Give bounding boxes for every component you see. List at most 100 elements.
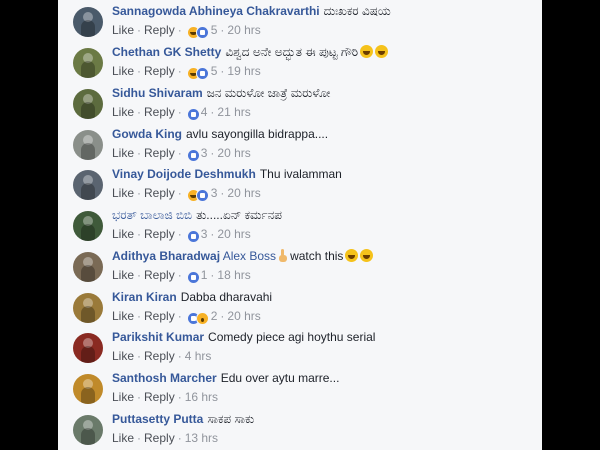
reactions-summary[interactable] (187, 188, 209, 203)
reactions-summary[interactable] (187, 66, 209, 81)
comment-text: Edu over aytu marre... (220, 371, 340, 385)
avatar[interactable] (73, 89, 103, 119)
comment-body: Sidhu Shivaram ಜನ ಮರುಳೋ ಜಾತ್ರೆ ಮರುಳೋ (112, 86, 330, 101)
separator: · (220, 64, 225, 78)
reply-button[interactable]: Reply (144, 146, 175, 160)
comment-item: Puttasetty Putta ಸಾಕಪ ಸಾಕು Like · Reply · 13 h… (58, 410, 542, 450)
separator: · (137, 268, 142, 282)
comment-item: Kiran Kiran Dabba dharavahi Like · Reply · 2 · 2… (58, 288, 542, 328)
laughing-emoji (360, 45, 374, 58)
separator: · (137, 186, 142, 200)
separator: · (220, 309, 225, 323)
reply-button[interactable]: Reply (144, 268, 175, 282)
avatar[interactable] (73, 170, 103, 200)
comment-item: Santhosh Marcher Edu over aytu marre... Li… (58, 369, 542, 409)
like-button[interactable]: Like (112, 23, 134, 37)
comment-body: Gowda King avlu sayongilla bidrappa.... (112, 127, 328, 141)
timestamp[interactable]: 13 hrs (185, 431, 218, 445)
reactions-summary[interactable] (187, 148, 199, 162)
like-button[interactable]: Like (112, 227, 134, 241)
commenter-name[interactable]: Puttasetty Putta (112, 412, 203, 426)
comment-text: Thu ivalamman (259, 167, 342, 181)
timestamp[interactable]: 20 hrs (217, 146, 250, 160)
laughing-emoji (375, 45, 389, 58)
avatar-body (81, 224, 95, 241)
reactions-summary[interactable] (187, 311, 209, 326)
avatar[interactable] (73, 374, 103, 404)
avatar[interactable] (73, 333, 103, 363)
separator: · (210, 227, 215, 241)
reply-button[interactable]: Reply (144, 105, 175, 119)
reply-button[interactable]: Reply (144, 309, 175, 323)
avatar[interactable] (73, 293, 103, 323)
comment-item: Parikshit Kumar Comedy piece agi hoythu s… (58, 328, 542, 368)
like-button[interactable]: Like (112, 390, 134, 404)
timestamp[interactable]: 4 hrs (185, 349, 212, 363)
reaction-count: 3 (210, 186, 218, 200)
separator: · (210, 146, 215, 160)
separator: · (177, 268, 182, 282)
reply-button[interactable]: Reply (144, 349, 175, 363)
laughing-emoji (360, 249, 374, 262)
reply-button[interactable]: Reply (144, 227, 175, 241)
timestamp[interactable]: 21 hrs (217, 105, 250, 119)
comment-actions: Like · Reply · 13 hrs (112, 431, 218, 445)
separator: · (210, 105, 215, 119)
like-button[interactable]: Like (112, 146, 134, 160)
commenter-name[interactable]: Parikshit Kumar (112, 330, 204, 344)
commenter-name[interactable]: Santhosh Marcher (112, 371, 217, 385)
reactions-summary[interactable] (187, 229, 199, 243)
timestamp[interactable]: 20 hrs (227, 309, 260, 323)
avatar-body (81, 143, 95, 160)
like-button[interactable]: Like (112, 268, 134, 282)
like-button[interactable]: Like (112, 64, 134, 78)
reaction-count: 4 (200, 105, 208, 119)
reply-button[interactable]: Reply (144, 64, 175, 78)
separator: · (137, 227, 142, 241)
comment-body: Sannagowda Abhineya Chakravarthi ದುಃಖಕರ ವ… (112, 4, 391, 19)
commenter-name[interactable]: ಭರತ್ ಬಾಲಾಜಿ ಬಿಬಿ (112, 208, 192, 222)
avatar[interactable] (73, 48, 103, 78)
reactions-summary[interactable] (187, 25, 209, 40)
like-button[interactable]: Like (112, 309, 134, 323)
reply-button[interactable]: Reply (144, 186, 175, 200)
reactions-summary[interactable] (187, 270, 199, 284)
timestamp[interactable]: 16 hrs (185, 390, 218, 404)
timestamp[interactable]: 20 hrs (227, 186, 260, 200)
like-icon (187, 109, 199, 121)
mention-link[interactable]: Alex Boss (223, 249, 276, 263)
comment-item: ಭರತ್ ಬಾಲಾಜಿ ಬಿಬಿ ತು.....ಏನ್ ಕರ್ಮನಪ Like · Re… (58, 206, 542, 246)
like-button[interactable]: Like (112, 349, 134, 363)
comments-panel: Sannagowda Abhineya Chakravarthi ದುಃಖಕರ ವ… (58, 0, 542, 450)
commenter-name[interactable]: Gowda King (112, 127, 182, 141)
reply-button[interactable]: Reply (144, 23, 175, 37)
commenter-name[interactable]: Chethan GK Shetty (112, 45, 221, 59)
commenter-name[interactable]: Sidhu Shivaram (112, 86, 203, 100)
reaction-count: 2 (210, 309, 218, 323)
reaction-count: 1 (200, 268, 208, 282)
avatar[interactable] (73, 211, 103, 241)
timestamp[interactable]: 20 hrs (227, 23, 260, 37)
reply-button[interactable]: Reply (144, 431, 175, 445)
timestamp[interactable]: 20 hrs (217, 227, 250, 241)
commenter-name[interactable]: Vinay Doijode Deshmukh (112, 167, 256, 181)
commenter-name[interactable]: Sannagowda Abhineya Chakravarthi (112, 4, 320, 18)
separator: · (177, 105, 182, 119)
commenter-name[interactable]: Adithya Bharadwaj (112, 249, 220, 263)
timestamp[interactable]: 19 hrs (227, 64, 260, 78)
reactions-summary[interactable] (187, 107, 199, 121)
comment-actions: Like · Reply · 5 · 19 hrs (112, 64, 261, 81)
comment-actions: Like · Reply · 3 · 20 hrs (112, 186, 261, 203)
avatar[interactable] (73, 7, 103, 37)
avatar[interactable] (73, 130, 103, 160)
timestamp[interactable]: 18 hrs (217, 268, 250, 282)
commenter-name[interactable]: Kiran Kiran (112, 290, 177, 304)
separator: · (137, 349, 142, 363)
like-button[interactable]: Like (112, 431, 134, 445)
avatar[interactable] (73, 252, 103, 282)
like-button[interactable]: Like (112, 105, 134, 119)
avatar[interactable] (73, 415, 103, 445)
like-button[interactable]: Like (112, 186, 134, 200)
reply-button[interactable]: Reply (144, 390, 175, 404)
separator: · (137, 23, 142, 37)
